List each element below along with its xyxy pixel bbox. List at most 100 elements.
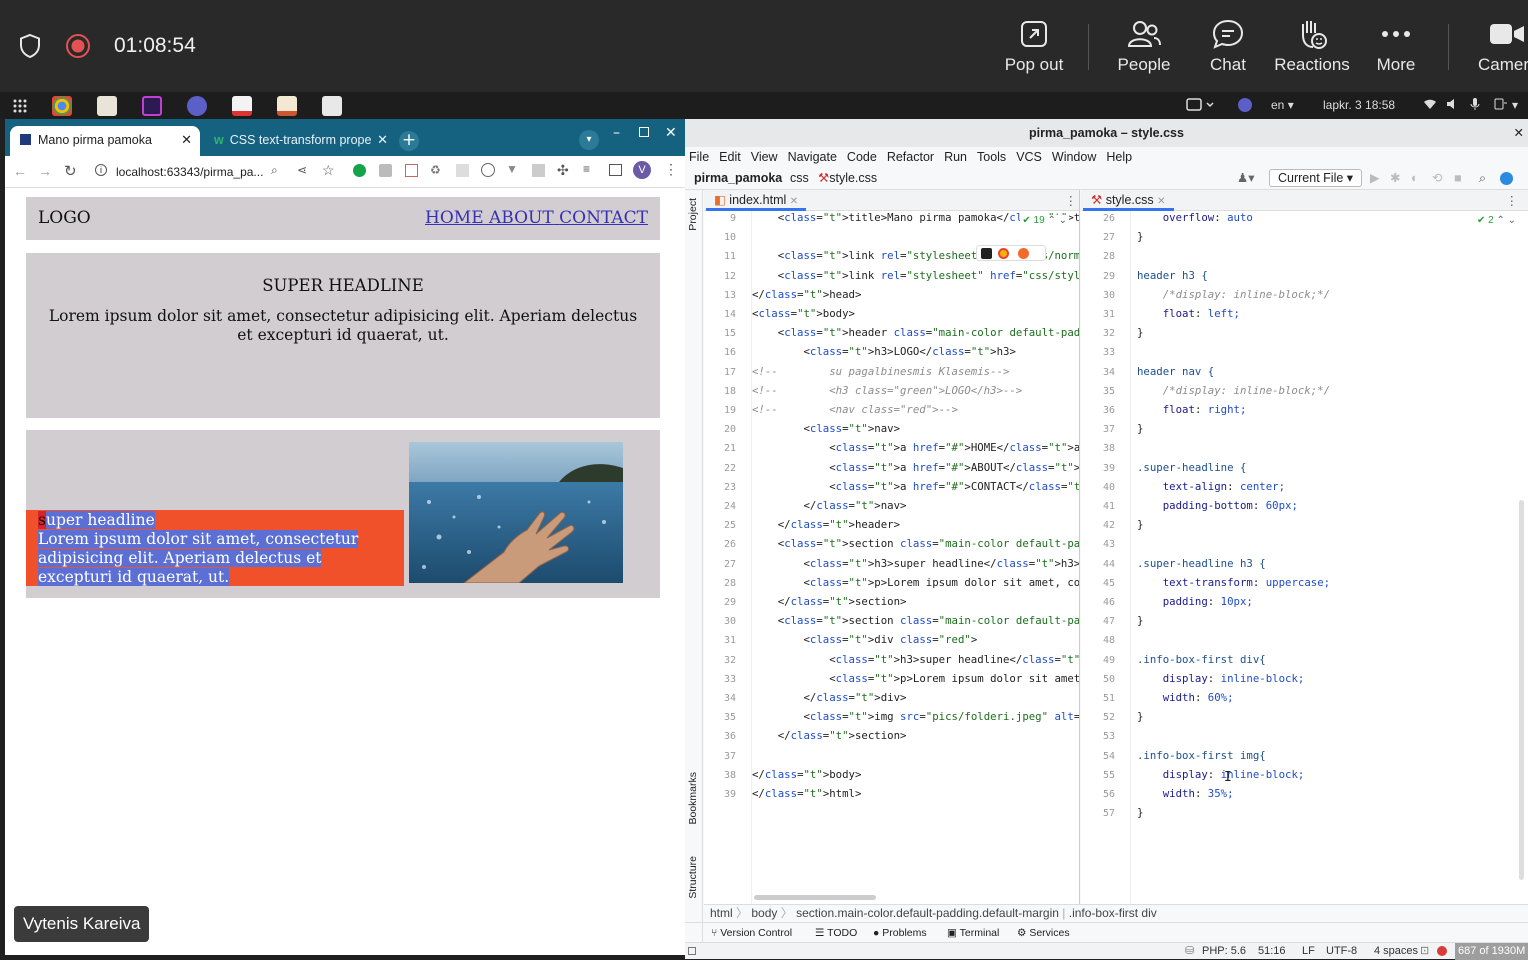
reactions-button[interactable]: Reactions (1272, 16, 1352, 80)
code-line[interactable]: <!-- su pagalbinesmis Klasemis--> (752, 365, 1009, 378)
menu-item-run[interactable]: Run (944, 147, 972, 168)
menu-item-edit[interactable]: Edit (719, 147, 746, 168)
browser-tab-active[interactable]: Mano pirma pamoka ✕ (10, 126, 200, 156)
menu-item-help[interactable]: Help (1106, 147, 1137, 168)
forward-icon[interactable]: → (38, 163, 52, 179)
code-line[interactable]: </class="t">html> (752, 787, 861, 800)
extension-icon[interactable] (481, 163, 495, 177)
back-icon[interactable]: ← (13, 163, 27, 179)
vuejs-extension-icon[interactable]: ▼ (506, 162, 518, 176)
close-tab-icon[interactable]: ✕ (373, 132, 388, 148)
info-icon[interactable]: i (95, 164, 107, 176)
code-line[interactable]: text-transform: uppercase; (1137, 576, 1330, 589)
chrome-app-icon[interactable] (52, 96, 72, 116)
screenshot-app-icon[interactable] (322, 96, 342, 116)
caret-position[interactable]: 51:16 (1258, 943, 1286, 960)
tab-style-css[interactable]: ⚒ style.css ✕ (1083, 190, 1174, 211)
inspection-widget[interactable]: ✔ 2 ⌃ ⌄ (1474, 215, 1518, 226)
code-line[interactable]: <class="t">h3>super headline</class="t">… (752, 557, 1079, 570)
files-app-icon[interactable] (97, 96, 117, 116)
more-button[interactable]: More (1368, 16, 1424, 80)
run-config-select[interactable]: Current File ▾ (1269, 169, 1363, 187)
recycle-extension-icon[interactable]: ♻ (430, 163, 441, 177)
code-line[interactable]: <class="t">body> (752, 307, 855, 320)
browser-menu-icon[interactable]: ⋮ (664, 161, 678, 178)
code-line[interactable]: </class="t">head> (752, 288, 861, 301)
code-line[interactable]: .super-headline h3 { (1137, 557, 1266, 570)
clock[interactable]: lapkr. 3 18:58 (1323, 98, 1395, 112)
inspection-widget[interactable]: ✔ 19 ⌃ ⌄ (1020, 215, 1069, 226)
code-line[interactable]: <class="t">link rel="stylesheet" href="c… (752, 269, 1079, 282)
problems-tab[interactable]: ● Problems (873, 923, 927, 943)
code-line[interactable]: text-align: center; (1137, 480, 1285, 493)
file-encoding[interactable]: UTF-8 (1326, 943, 1357, 960)
vertical-scrollbar[interactable] (1519, 500, 1524, 880)
horizontal-scrollbar[interactable] (754, 895, 876, 900)
people-button[interactable]: People (1108, 16, 1180, 80)
menu-item-view[interactable]: View (751, 147, 783, 168)
browser-tab[interactable]: w CSS text-transform prope ✕ (204, 126, 390, 156)
coverage-icon[interactable]: ◐ (1411, 168, 1419, 189)
zoom-icon[interactable]: ⌕ (271, 163, 278, 178)
code-line[interactable]: <class="t">p>Lorem ipsum dolor sit amet,… (752, 576, 1079, 589)
project-tool-tab[interactable]: Project (687, 198, 699, 231)
firefox-preview-icon[interactable] (1018, 248, 1029, 259)
calendar-extension-icon[interactable] (405, 164, 418, 177)
code-line[interactable]: <class="t">section class="main-color def… (752, 537, 1079, 550)
camera-button[interactable]: Camera (1474, 16, 1528, 80)
stop-icon[interactable]: ■ (1454, 168, 1462, 189)
code-line[interactable]: <class="t">div class="red"> (752, 633, 977, 646)
extensions-puzzle-icon[interactable]: ✣ (557, 162, 569, 179)
debug-icon[interactable]: ✱ (1390, 168, 1400, 189)
code-line[interactable]: <class="t">img src="pics/folderi.jpeg" a… (752, 710, 1079, 723)
code-line[interactable]: display: inline-block; (1137, 672, 1305, 685)
system-menu-icon[interactable]: ▾ (1512, 98, 1518, 112)
code-line[interactable]: float: left; (1137, 307, 1240, 320)
chrome-preview-icon[interactable] (998, 248, 1009, 259)
editor-index-html[interactable]: ◧ index.html ✕ ⋮ 9 <class="t">title>Mano… (704, 190, 1080, 904)
pop-out-button[interactable]: Pop out (999, 16, 1069, 80)
code-line[interactable]: .info-box-first div{ (1137, 653, 1266, 666)
lock-icon[interactable]: ⊡ (1420, 943, 1429, 960)
address-bar[interactable]: i localhost:63343/pirma_pa... ⌕ ⋖ ☆ (89, 160, 353, 184)
breadcrumb-project[interactable]: pirma_pamoka (694, 168, 782, 189)
code-line[interactable]: } (1137, 518, 1143, 531)
menu-item-refactor[interactable]: Refactor (887, 147, 939, 168)
code-line[interactable]: } (1137, 422, 1143, 435)
code-line[interactable]: </class="t">nav> (752, 499, 906, 512)
code-line[interactable]: <!-- <h3 class="green">LOGO</h3>--> (752, 384, 1022, 397)
teams-tray-icon[interactable] (1238, 98, 1252, 112)
side-panel-icon[interactable] (609, 164, 622, 176)
text-editor-icon[interactable] (277, 96, 297, 116)
code-line[interactable]: <class="t">a href="#">HOME</class="t">a> (752, 441, 1079, 454)
document-viewer-icon[interactable] (232, 96, 252, 116)
tab-menu-icon[interactable]: ⋮ (1506, 193, 1519, 208)
language-selector[interactable]: en ▾ (1271, 98, 1294, 112)
code-line[interactable]: display: inline-block; (1137, 768, 1305, 781)
search-icon[interactable]: ⌕ (1479, 168, 1486, 189)
close-window-icon[interactable]: ✕ (665, 125, 677, 141)
code-line[interactable]: } (1137, 614, 1143, 627)
code-line[interactable]: <!-- <nav class="red">--> (752, 403, 958, 416)
nav-link-contact[interactable]: CONTACT (559, 208, 648, 228)
reading-list-icon[interactable]: ≡ (583, 162, 590, 176)
code-line[interactable]: } (1137, 326, 1143, 339)
services-tab[interactable]: ⚙ Services (1017, 923, 1070, 943)
tab-search-icon[interactable]: ▾ (579, 130, 599, 150)
browser-preview-popup[interactable] (976, 245, 1046, 261)
close-tab-icon[interactable]: ✕ (1157, 196, 1165, 207)
chat-button[interactable]: Chat (1198, 16, 1258, 80)
code-line[interactable]: width: 35%; (1137, 787, 1234, 800)
phpstorm-preview-icon[interactable] (981, 248, 992, 259)
extension-icon[interactable] (379, 164, 392, 177)
memory-indicator[interactable]: 687 of 1930M (1455, 943, 1528, 960)
code-line[interactable]: </class="t">header> (752, 518, 900, 531)
menu-item-code[interactable]: Code (847, 147, 882, 168)
code-line[interactable]: </class="t">section> (752, 729, 907, 742)
extension-icon[interactable] (532, 164, 545, 177)
code-line[interactable]: padding: 10px; (1137, 595, 1253, 608)
phpstorm-app-icon[interactable] (142, 96, 162, 116)
run-icon[interactable]: ▶ (1370, 168, 1380, 189)
version-control-tab[interactable]: ⑂ Version Control (711, 923, 792, 943)
indent-setting[interactable]: 4 spaces (1374, 943, 1418, 960)
